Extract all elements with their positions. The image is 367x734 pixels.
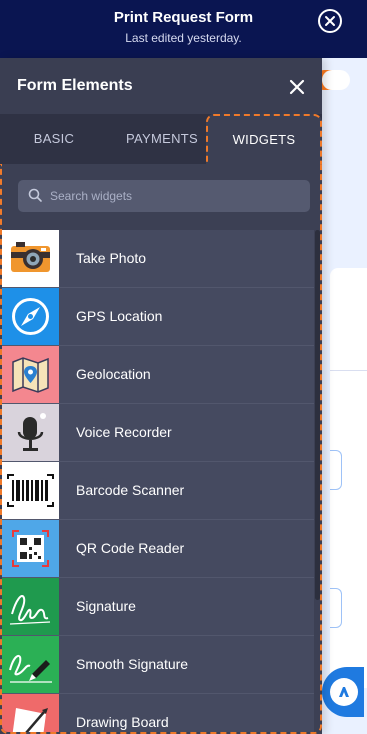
widget-label: Barcode Scanner <box>76 482 185 498</box>
widget-geolocation[interactable]: Geolocation <box>2 346 314 404</box>
camera-icon <box>2 230 59 287</box>
search-input[interactable] <box>50 180 300 212</box>
widget-voice-recorder[interactable]: Voice Recorder <box>2 404 314 462</box>
form-elements-panel: Form Elements BASIC PAYMENTS WIDGETS Sea… <box>0 58 322 734</box>
widget-drawing-board[interactable]: Drawing Board <box>2 694 314 732</box>
barcode-icon <box>2 462 59 519</box>
background-toggle[interactable] <box>322 70 350 90</box>
form-header: Print Request Form Last edited yesterday… <box>0 0 367 58</box>
form-input-field[interactable] <box>330 450 342 490</box>
widget-label: Drawing Board <box>76 714 169 730</box>
widget-barcode-scanner[interactable]: Barcode Scanner <box>2 462 314 520</box>
tab-payments[interactable]: PAYMENTS <box>108 114 216 164</box>
widget-label: Take Photo <box>76 250 147 266</box>
assistant-icon <box>339 687 349 697</box>
form-title: Print Request Form <box>113 9 254 26</box>
widget-label: Voice Recorder <box>76 424 172 440</box>
search-box <box>18 180 310 212</box>
widget-label: GPS Location <box>76 308 163 324</box>
last-edited-text: Last edited yesterday. <box>125 31 242 45</box>
panel-tabs: BASIC PAYMENTS WIDGETS <box>0 114 322 164</box>
compass-icon <box>2 288 59 345</box>
widget-label: QR Code Reader <box>76 540 185 556</box>
search-icon <box>28 188 42 202</box>
close-icon <box>325 16 335 26</box>
assistant-avatar <box>330 678 358 706</box>
close-panel-icon[interactable] <box>289 79 305 95</box>
close-form-button[interactable] <box>318 9 342 33</box>
form-divider <box>330 370 367 371</box>
form-input-field[interactable] <box>330 588 342 628</box>
drawing-board-icon <box>2 694 59 732</box>
tab-widgets[interactable]: WIDGETS <box>206 114 322 164</box>
widget-take-photo[interactable]: Take Photo <box>2 230 314 288</box>
widget-qr-code-reader[interactable]: QR Code Reader <box>2 520 314 578</box>
tab-basic[interactable]: BASIC <box>0 114 108 164</box>
widget-smooth-signature[interactable]: Smooth Signature <box>2 636 314 694</box>
microphone-icon <box>2 404 59 461</box>
widget-label: Smooth Signature <box>76 656 189 672</box>
signature-icon <box>2 578 59 635</box>
widgets-content: Take Photo GPS Location <box>0 164 322 734</box>
map-pin-icon <box>2 346 59 403</box>
widget-label: Signature <box>76 598 136 614</box>
widget-signature[interactable]: Signature <box>2 578 314 636</box>
qr-code-icon <box>2 520 59 577</box>
widget-list-scrollbar[interactable] <box>314 230 320 732</box>
widget-label: Geolocation <box>76 366 151 382</box>
scrollbar-thumb[interactable] <box>315 230 320 600</box>
assistant-button[interactable] <box>322 667 364 717</box>
pen-signature-icon <box>2 636 59 693</box>
widget-gps-location[interactable]: GPS Location <box>2 288 314 346</box>
panel-title: Form Elements <box>17 77 133 94</box>
panel-header: Form Elements <box>0 58 322 114</box>
